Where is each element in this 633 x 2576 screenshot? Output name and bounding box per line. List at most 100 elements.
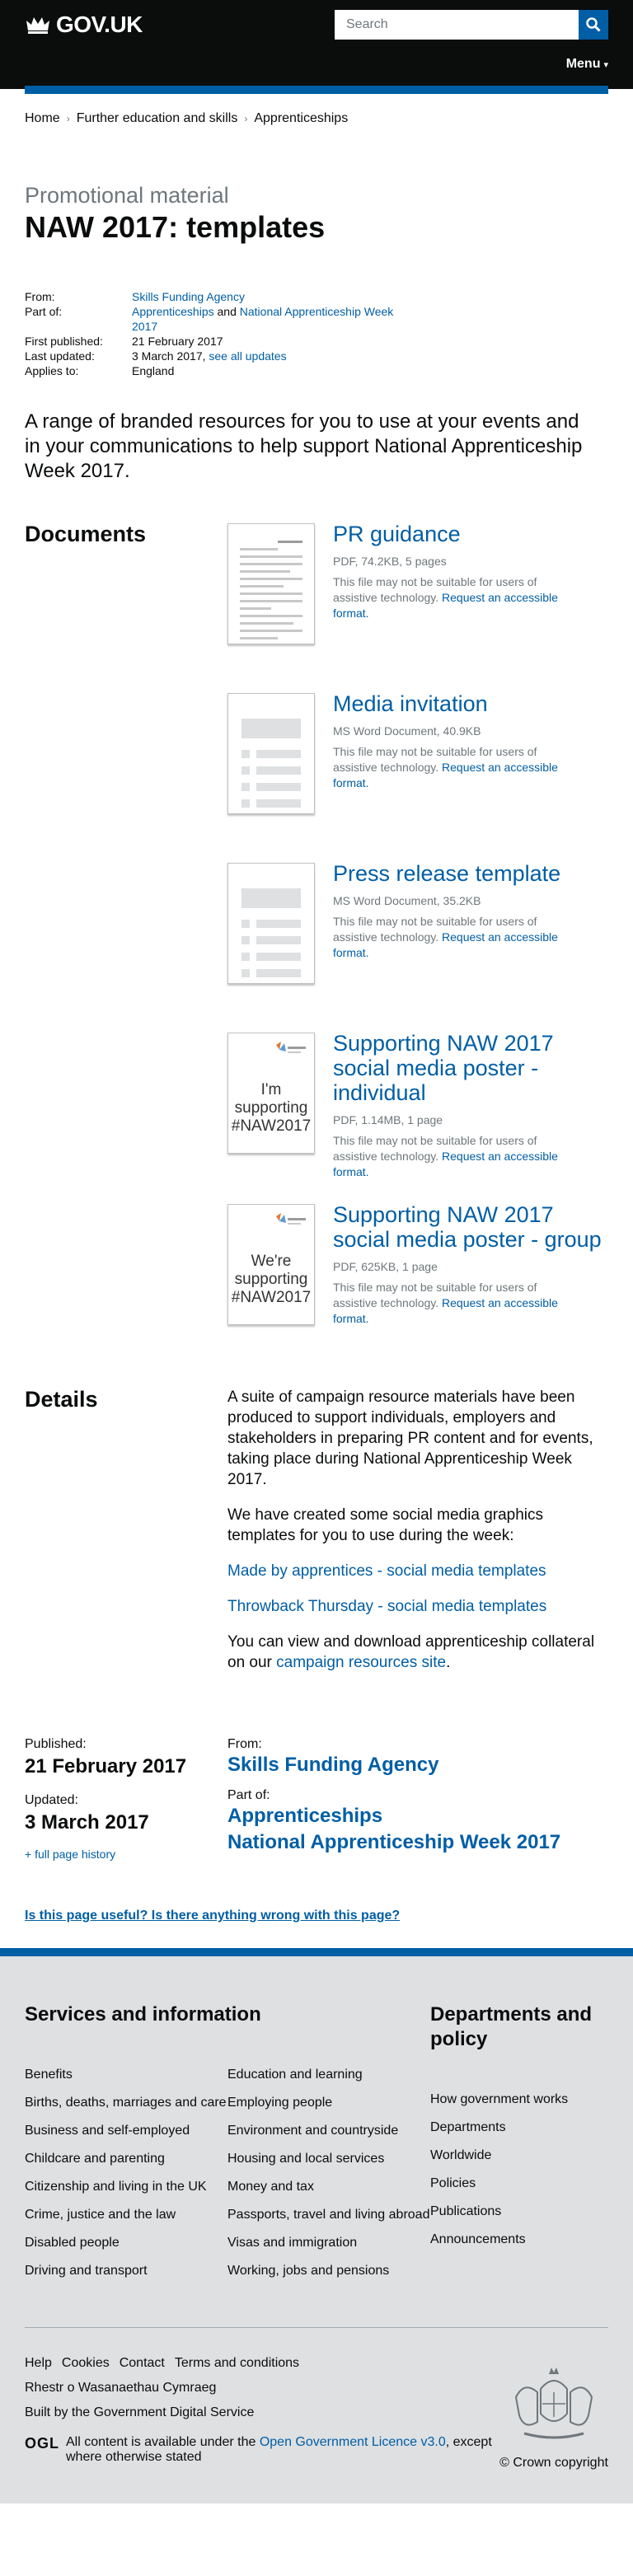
footer-department-link[interactable]: Departments [430, 2119, 608, 2136]
poster-thumbnail[interactable]: I'm supporting #NAW2017 [227, 1033, 315, 1154]
throwback-thursday-link[interactable]: Throwback Thursday - social media templa… [227, 1598, 546, 1615]
royal-coat-of-arms-icon [514, 2368, 593, 2439]
footer-service-link[interactable]: Disabled people [25, 2235, 227, 2251]
apprenticeships-logo-icon [276, 1042, 306, 1053]
footer-welsh-link[interactable]: Rhestr o Wasanaethau Cymraeg [25, 2381, 216, 2396]
updated-value: 3 March 2017 [25, 1811, 149, 1834]
footer-service-link[interactable]: Employing people [227, 2095, 430, 2111]
footer-service-link[interactable]: Benefits [25, 2067, 227, 2083]
open-government-licence-link[interactable]: Open Government Licence v3.0 [260, 2435, 446, 2449]
page-feedback-link[interactable]: Is this page useful? Is there anything w… [25, 1909, 608, 1923]
meta-from-link[interactable]: Skills Funding Agency [132, 290, 245, 303]
document-item: PR guidance PDF, 74.2KB, 5 pages This fi… [227, 522, 608, 691]
word-document-thumbnail[interactable] [227, 693, 315, 814]
document-item: Media invitation MS Word Document, 40.9K… [227, 691, 608, 861]
breadcrumb-apprenticeships[interactable]: Apprenticeships [254, 111, 348, 126]
footer-cookies-link[interactable]: Cookies [62, 2356, 110, 2371]
breadcrumb-home[interactable]: Home [25, 111, 60, 126]
details-campaign-suffix: . [446, 1654, 451, 1671]
footer-department-link[interactable]: How government works [430, 2091, 608, 2108]
search-button[interactable] [579, 10, 608, 40]
footer-service-link[interactable]: Business and self-employed [25, 2123, 227, 2139]
from-organisation-link[interactable]: Skills Funding Agency [227, 1752, 560, 1778]
document-meta: PDF, 625KB, 1 page [333, 1260, 438, 1273]
footer-service-link[interactable]: Crime, justice and the law [25, 2207, 227, 2223]
menu-toggle[interactable]: Menu ▾ [0, 49, 633, 79]
document-item: We're supporting #NAW2017 Supporting NAW… [227, 1202, 608, 1334]
footer-service-link[interactable]: Housing and local services [227, 2151, 430, 2167]
breadcrumb-further-education[interactable]: Further education and skills [77, 111, 238, 126]
footer-department-link[interactable]: Worldwide [430, 2147, 608, 2164]
title-block: Promotional material NAW 2017: templates [25, 132, 608, 245]
published-label: Published: [25, 1737, 87, 1751]
document-title-link[interactable]: Press release template [333, 861, 560, 886]
from-label: From: [227, 1737, 262, 1751]
footer-service-link[interactable]: Visas and immigration [227, 2235, 430, 2251]
footer-service-link[interactable]: Working, jobs and pensions [227, 2263, 430, 2279]
header-blue-bar [25, 86, 608, 94]
poster-text: I'm supporting #NAW2017 [231, 1081, 312, 1135]
meta-part-of-apprenticeships-link[interactable]: Apprenticeships [132, 305, 214, 318]
document-meta: MS Word Document, 40.9KB [333, 724, 481, 738]
documents-list: PR guidance PDF, 74.2KB, 5 pages This fi… [227, 522, 608, 1334]
footer-service-link[interactable]: Childcare and parenting [25, 2151, 227, 2167]
document-title-link[interactable]: Media invitation [333, 691, 488, 716]
document-title-link[interactable]: Supporting NAW 2017 social media poster … [333, 1202, 602, 1252]
word-document-thumbnail[interactable] [227, 863, 315, 984]
search-input[interactable]: Search [335, 10, 579, 40]
menu-caret-icon: ▾ [603, 59, 608, 70]
footer-service-link[interactable]: Births, deaths, marriages and care [25, 2095, 227, 2111]
built-by-text: Built by the Government Digital Service [25, 2405, 255, 2419]
document-accessibility-note: This file may not be suitable for users … [333, 574, 580, 621]
footer-meta-links: Help Cookies Contact Terms and condition… [25, 2356, 412, 2420]
part-of-label: Part of: [227, 1788, 270, 1802]
part-of-apprenticeships-link[interactable]: Apprenticeships [227, 1803, 560, 1829]
document-accessibility-note: This file may not be suitable for users … [333, 1280, 580, 1327]
document-accessibility-note: This file may not be suitable for users … [333, 914, 580, 961]
see-all-updates-link[interactable]: see all updates [209, 349, 286, 363]
document-item: Press release template MS Word Document,… [227, 861, 608, 1031]
meta-first-published-value: 21 February 2017 [132, 335, 223, 348]
metadata-list: From: Skills Funding Agency Part of: App… [25, 289, 608, 378]
page-context: Promotional material [25, 183, 229, 208]
footer-help-link[interactable]: Help [25, 2356, 52, 2371]
full-page-history-link[interactable]: + full page history [25, 1848, 227, 1861]
footer-service-link[interactable]: Money and tax [227, 2179, 430, 2195]
document-meta: MS Word Document, 35.2KB [333, 894, 481, 907]
site-header: GOV.UK Search Menu ▾ [0, 0, 633, 94]
pdf-thumbnail[interactable] [227, 523, 315, 644]
part-of-naw-link[interactable]: National Apprenticeship Week 2017 [227, 1829, 560, 1856]
page-summary: A range of branded resources for you to … [25, 410, 583, 482]
document-item: I'm supporting #NAW2017 Supporting NAW 2… [227, 1031, 608, 1202]
document-title-link[interactable]: PR guidance [333, 522, 461, 546]
document-meta: PDF, 74.2KB, 5 pages [333, 555, 447, 568]
search-form: Search [335, 10, 608, 40]
document-accessibility-note: This file may not be suitable for users … [333, 744, 580, 791]
footer-terms-link[interactable]: Terms and conditions [175, 2356, 299, 2371]
crown-copyright-link[interactable]: © Crown copyright [499, 2456, 608, 2471]
footer-service-link[interactable]: Passports, travel and living abroad [227, 2207, 430, 2223]
licence-text: All content is available under the Open … [66, 2435, 492, 2464]
departments-heading: Departments and policy [430, 2003, 593, 2050]
footer-service-link[interactable]: Driving and transport [25, 2263, 227, 2279]
details-paragraph: We have created some social media graphi… [227, 1506, 544, 1544]
generic-document-icon [241, 888, 301, 983]
menu-label: Menu [565, 57, 601, 71]
footer-department-link[interactable]: Publications [430, 2204, 608, 2220]
footer-service-link[interactable]: Citizenship and living in the UK [25, 2179, 227, 2195]
footer-service-link[interactable]: Education and learning [227, 2067, 430, 2083]
footer-service-link[interactable]: Environment and countryside [227, 2123, 430, 2139]
campaign-resources-link[interactable]: campaign resources site [276, 1654, 446, 1671]
breadcrumb: Home › Further education and skills › Ap… [25, 89, 608, 132]
details-heading: Details [25, 1387, 98, 1412]
footer-contact-link[interactable]: Contact [120, 2356, 165, 2371]
document-title-link[interactable]: Supporting NAW 2017 social media poster … [333, 1031, 554, 1105]
govuk-logo-link[interactable]: GOV.UK [25, 12, 143, 38]
main-content: Home › Further education and skills › Ap… [0, 89, 633, 1923]
made-by-apprentices-link[interactable]: Made by apprentices - social media templ… [227, 1562, 546, 1580]
poster-thumbnail[interactable]: We're supporting #NAW2017 [227, 1204, 315, 1325]
services-column: Services and information Benefits Educat… [25, 2002, 430, 2279]
footer-department-link[interactable]: Policies [430, 2176, 608, 2192]
licence-row: OGL All content is available under the O… [25, 2435, 499, 2465]
footer-department-link[interactable]: Announcements [430, 2232, 608, 2248]
